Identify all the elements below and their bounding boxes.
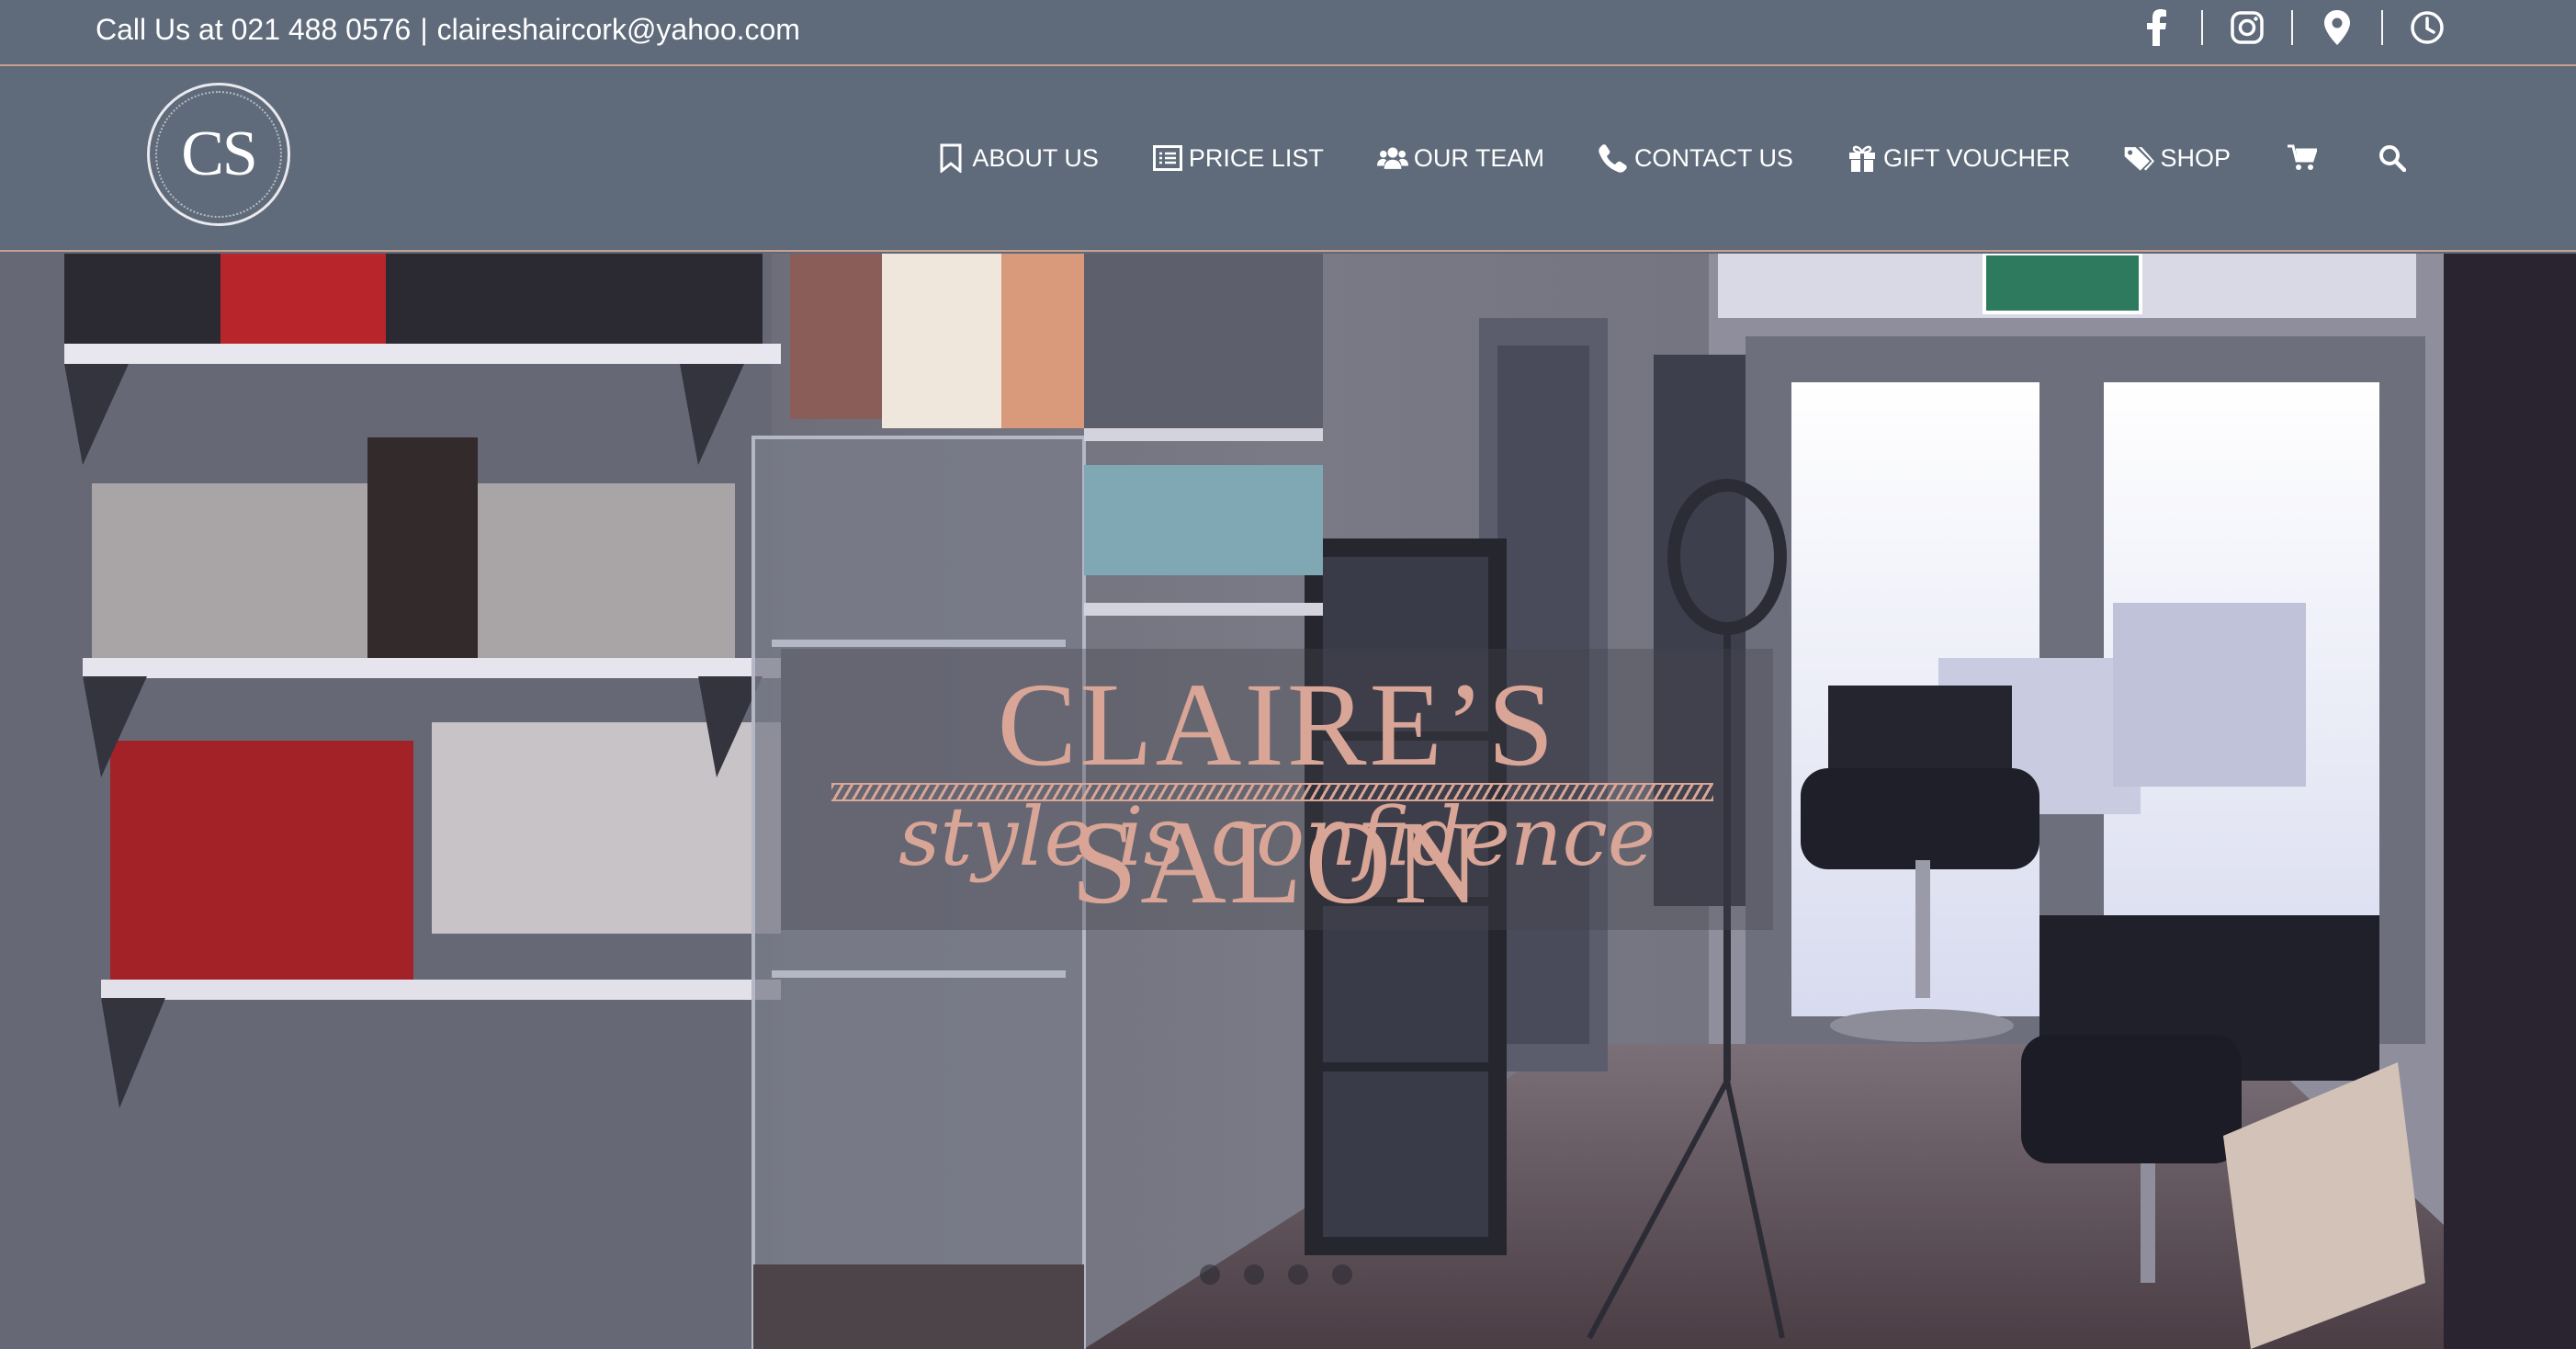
nav-shop[interactable]: SHOP: [2123, 142, 2231, 174]
top-bar: Call Us at 021 488 0576 | claireshaircork@…: [0, 0, 2576, 66]
phone-text[interactable]: Call Us at 021 488 0576: [96, 13, 411, 46]
slider-dot[interactable]: [1244, 1264, 1264, 1285]
nav-gift-voucher[interactable]: GIFT VOUCHER: [1847, 142, 2071, 174]
nav-label: ABOUT US: [972, 143, 1099, 172]
main-header: CS ABOUT US PRICE LIST OUR TEAM CONTACT …: [0, 68, 2576, 252]
contact-separator: |: [420, 13, 428, 46]
social-divider: [2291, 10, 2293, 45]
social-divider: [2381, 10, 2383, 45]
social-divider: [2201, 10, 2203, 45]
slider-dot[interactable]: [1200, 1264, 1220, 1285]
clock-icon[interactable]: [2407, 7, 2447, 48]
phone-icon: [1598, 142, 1629, 174]
nav-price-list[interactable]: PRICE LIST: [1152, 142, 1324, 174]
slider-dot[interactable]: [1332, 1264, 1352, 1285]
gift-icon: [1847, 142, 1878, 174]
logo-text: CS: [181, 119, 258, 189]
hero-slider: CLAIRE’S SALON style is confidence: [0, 254, 2576, 1349]
hero-tagline: style is confidence: [898, 789, 1655, 884]
facebook-icon[interactable]: [2137, 7, 2177, 48]
contact-info: Call Us at 021 488 0576 | claireshaircork@…: [96, 11, 800, 48]
bookmark-icon: [935, 142, 966, 174]
nav-about-us[interactable]: ABOUT US: [935, 142, 1099, 174]
main-nav: ABOUT US PRICE LIST OUR TEAM CONTACT US …: [882, 140, 2411, 176]
nav-our-team[interactable]: OUR TEAM: [1376, 142, 1544, 174]
slider-pagination: [1200, 1264, 1376, 1285]
search-icon[interactable]: [2374, 140, 2411, 176]
list-icon: [1152, 142, 1183, 174]
site-logo[interactable]: CS: [147, 83, 290, 226]
nav-contact-us[interactable]: CONTACT US: [1598, 142, 1793, 174]
nav-label: OUR TEAM: [1413, 143, 1544, 172]
nav-label: CONTACT US: [1633, 143, 1793, 172]
nav-label: GIFT VOUCHER: [1882, 143, 2071, 172]
map-pin-icon[interactable]: [2317, 7, 2357, 48]
instagram-icon[interactable]: [2227, 7, 2267, 48]
social-links: [2137, 6, 2447, 50]
email-link[interactable]: claireshaircork@yahoo.com: [437, 13, 800, 46]
nav-label: SHOP: [2160, 143, 2231, 172]
tags-icon: [2123, 142, 2155, 174]
cart-icon[interactable]: [2284, 140, 2321, 176]
nav-label: PRICE LIST: [1188, 143, 1324, 172]
users-icon: [1376, 142, 1408, 174]
slider-dot[interactable]: [1288, 1264, 1308, 1285]
